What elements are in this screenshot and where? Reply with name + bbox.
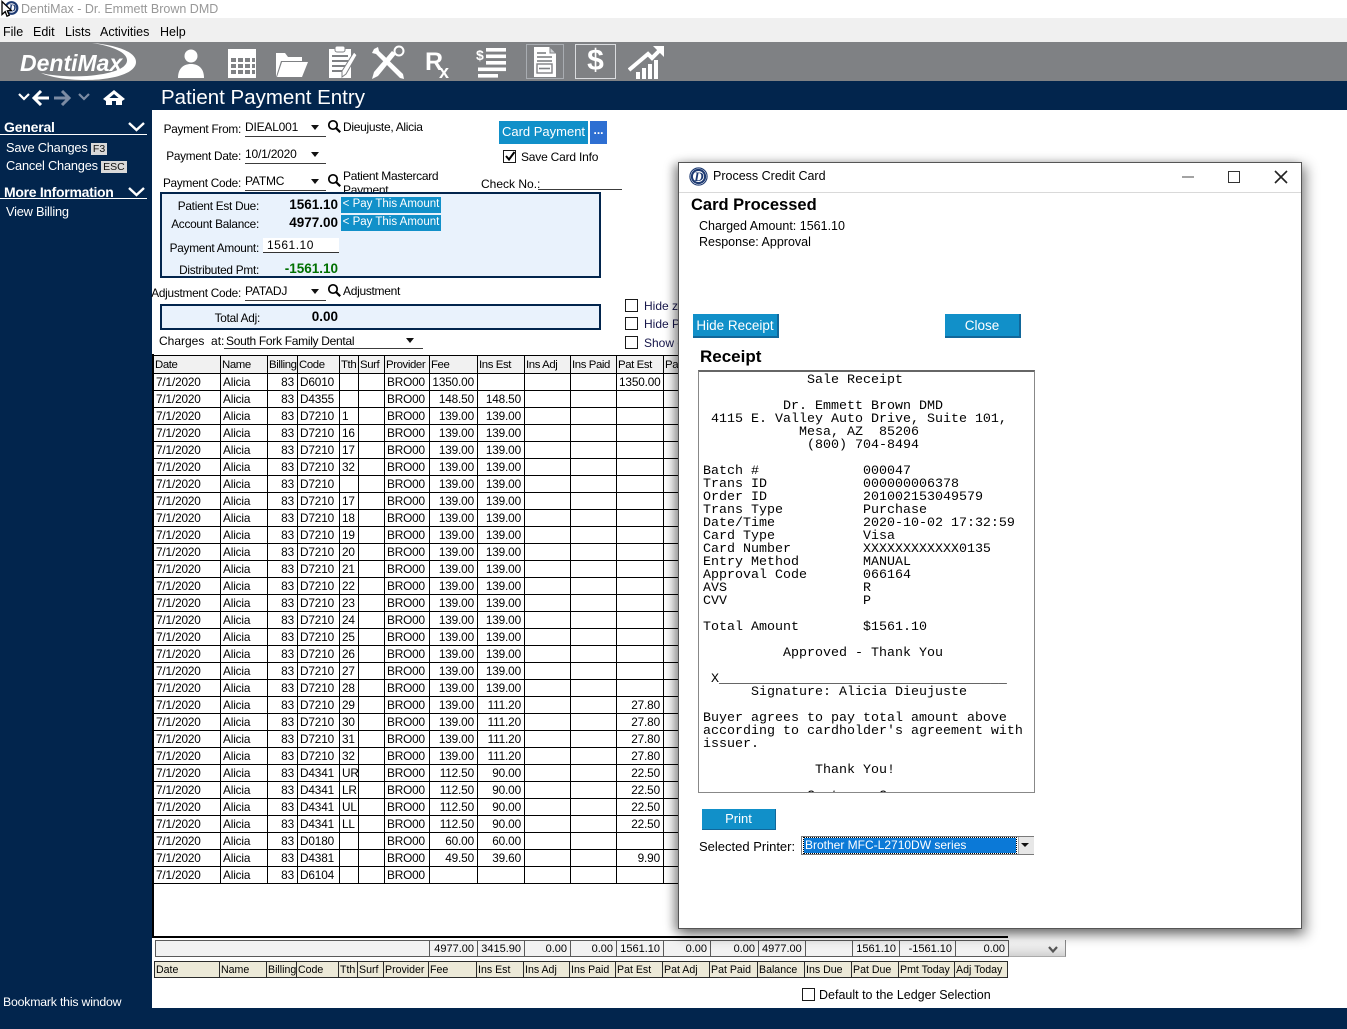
svg-text:D: D [693, 169, 704, 184]
svg-text:$: $ [476, 47, 484, 63]
svg-text:x: x [439, 62, 449, 78]
svg-text:DentiMax: DentiMax [20, 50, 123, 76]
